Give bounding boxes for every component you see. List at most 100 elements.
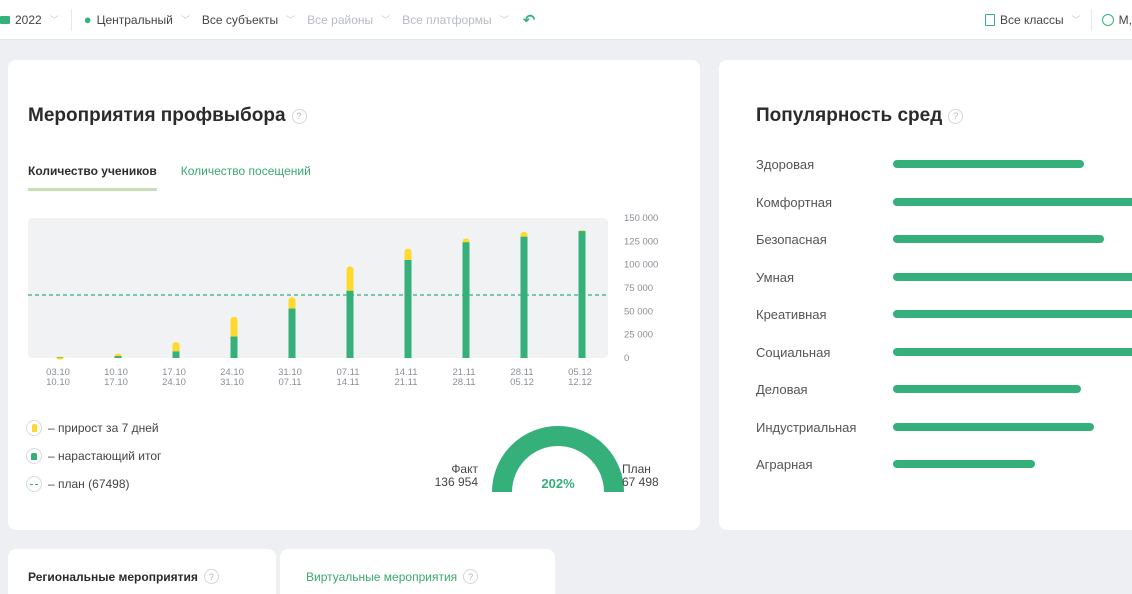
x-tick-label: 24.10 — [162, 377, 186, 388]
plan-swatch-icon — [26, 476, 42, 492]
popularity-row: Социальная — [756, 345, 1132, 383]
regional-tab-label: Региональные мероприятия — [28, 569, 198, 584]
legend-growth: – прирост за 7 дней — [26, 414, 161, 442]
events-card: Мероприятия профвыбора ? Количество учен… — [8, 60, 700, 530]
popularity-label: Комфортная — [756, 194, 833, 210]
total-bar — [520, 236, 528, 358]
year-filter[interactable]: 2022 ﹀ — [0, 13, 59, 27]
total-swatch-icon — [26, 448, 42, 464]
regions-value: Все районы — [307, 12, 374, 27]
y-tick-label: 125 000 — [624, 236, 658, 247]
events-bar-chart: 03.1010.1010.1017.1017.1024.1024.1031.10… — [28, 213, 658, 388]
y-tick-label: 100 000 — [624, 260, 658, 271]
regions-filter[interactable]: Все районы ﹀ — [307, 13, 390, 27]
district-value: Центральный — [96, 12, 173, 27]
classes-filter[interactable]: Все классы ﹀ — [984, 13, 1081, 27]
x-tick-label: 07.11 — [278, 377, 301, 388]
y-tick-label: 150 000 — [624, 213, 658, 224]
growth-bar — [56, 356, 64, 360]
virtual-tab-label: Виртуальные мероприятия — [306, 569, 458, 584]
popularity-label: Креативная — [756, 307, 827, 322]
gauge-fact: Факт 136 954 — [426, 463, 478, 489]
chevron-down-icon: ﹀ — [49, 15, 59, 25]
popularity-bar — [893, 235, 1104, 243]
divider — [70, 8, 72, 31]
gauge-percent: 202% — [541, 476, 575, 491]
y-tick-label: 25 000 — [624, 330, 653, 341]
total-bar — [172, 351, 180, 358]
chevron-down-icon: ﹀ — [286, 15, 296, 25]
district-filter[interactable]: ● Центральный ﹀ — [84, 12, 190, 27]
user-value: М, — [1118, 12, 1132, 27]
y-tick-label: 0 — [624, 353, 629, 364]
popularity-row: Здоровая — [756, 157, 1132, 195]
total-bar — [404, 260, 412, 358]
chart-legend: – прирост за 7 дней – нарастающий итог –… — [26, 414, 161, 498]
legend-plan-label: – план (67498) — [48, 477, 130, 491]
popularity-label: Индустриальная — [756, 419, 857, 435]
x-tick-label: 28.11 — [452, 377, 475, 388]
popularity-row: Аграрная — [756, 457, 1132, 495]
help-icon[interactable]: ? — [948, 108, 964, 124]
x-tick-label: 05.12 — [510, 377, 534, 388]
y-tick-label: 75 000 — [624, 283, 653, 294]
x-tick-label: 31.10 — [220, 377, 244, 388]
popularity-bar — [893, 160, 1084, 168]
total-bar — [230, 336, 238, 358]
virtual-tab-row: Виртуальные мероприятия ? — [306, 569, 479, 584]
popularity-title-row: Популярность сред ? — [756, 105, 964, 127]
subjects-filter[interactable]: Все субъекты ﹀ — [202, 13, 295, 27]
divider — [1090, 8, 1092, 31]
popularity-label: Умная — [756, 269, 795, 285]
virtual-events-tab[interactable]: Виртуальные мероприятия ? — [280, 549, 555, 594]
help-icon[interactable]: ? — [463, 569, 479, 584]
legend-total: – нарастающий итог — [26, 442, 161, 470]
chevron-down-icon: ﹀ — [1071, 15, 1081, 25]
popularity-row: Индустриальная — [756, 420, 1132, 458]
gauge-fact-value: 136 954 — [434, 475, 478, 489]
chevron-down-icon: ﹀ — [381, 15, 391, 25]
popularity-row: Безопасная — [756, 232, 1132, 270]
popularity-row: Умная — [756, 270, 1132, 308]
popularity-bar — [893, 272, 1132, 281]
popularity-label: Здоровая — [756, 157, 815, 172]
total-bar — [114, 356, 122, 358]
user-icon — [1101, 13, 1114, 26]
reset-button[interactable]: ↶ — [523, 11, 536, 29]
chevron-down-icon: ﹀ — [499, 15, 509, 25]
popularity-row: Креативная — [756, 307, 1132, 345]
x-tick-label: 21.11 — [394, 377, 417, 388]
help-icon[interactable]: ? — [203, 569, 219, 584]
popularity-label: Деловая — [756, 382, 808, 397]
popularity-card: Популярность сред ? Здоровая Комфортная Бе… — [719, 60, 1132, 530]
popularity-bar — [893, 347, 1132, 356]
legend-growth-label: – прирост за 7 дней — [48, 421, 159, 435]
growth-bar — [346, 266, 354, 293]
regional-tab-row: Региональные мероприятия ? — [28, 569, 219, 584]
popularity-title: Популярность сред — [756, 105, 943, 126]
popularity-bar — [893, 197, 1132, 206]
growth-swatch-icon — [26, 420, 42, 436]
year-value: 2022 — [15, 12, 42, 27]
y-tick-label: 50 000 — [624, 306, 653, 317]
popularity-label: Аграрная — [756, 457, 813, 472]
user-menu[interactable]: М, — [1101, 12, 1132, 27]
total-bar — [288, 308, 296, 358]
legend-total-label: – нарастающий итог — [48, 449, 162, 463]
x-tick-label: 12.12 — [568, 377, 592, 388]
location-pin-icon: ● — [83, 12, 92, 27]
filter-bar: 2022 ﹀ ● Центральный ﹀ Все субъекты ﹀ Вс… — [0, 0, 1132, 40]
popularity-label: Социальная — [756, 344, 831, 360]
popularity-bar — [893, 460, 1035, 468]
growth-bar — [230, 316, 238, 339]
popularity-label: Безопасная — [756, 232, 827, 247]
regional-events-tab[interactable]: Региональные мероприятия ? — [8, 549, 276, 594]
undo-icon: ↶ — [522, 11, 536, 29]
platforms-value: Все платформы — [402, 12, 492, 27]
gauge-plan-value: 67 498 — [622, 475, 659, 489]
x-tick-label: 10.10 — [46, 377, 70, 388]
popularity-row: Деловая — [756, 382, 1132, 420]
popularity-bar — [893, 385, 1081, 393]
x-tick-label: 17.10 — [104, 377, 128, 388]
platforms-filter[interactable]: Все платформы ﹀ — [402, 13, 509, 27]
